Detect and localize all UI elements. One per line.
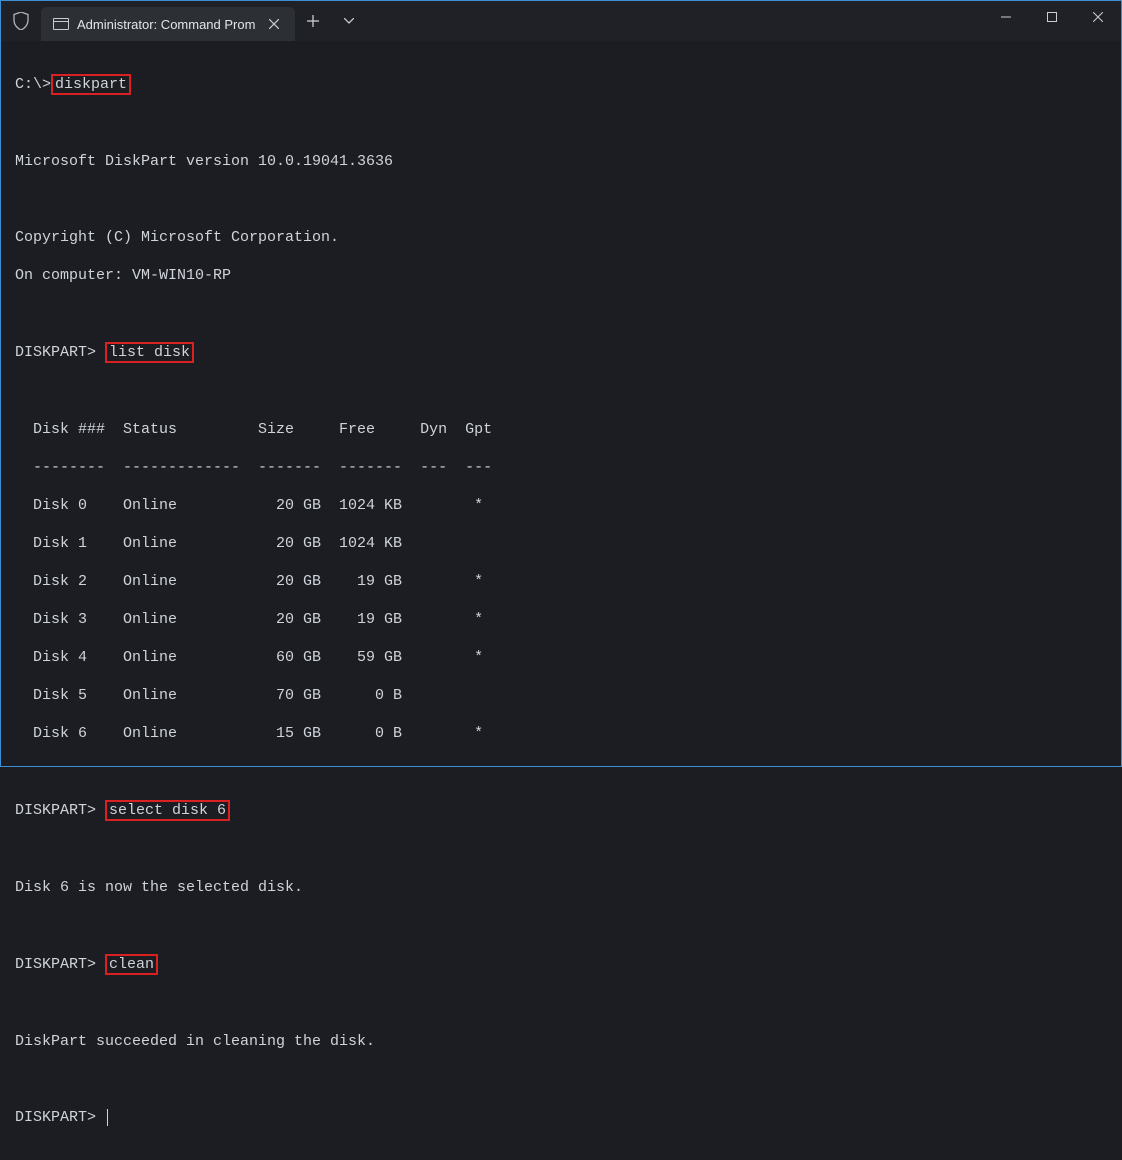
cmd-text: diskpart <box>55 76 127 93</box>
term-line: DiskPart succeeded in cleaning the disk. <box>15 1032 1107 1051</box>
tab-command-prompt[interactable]: Administrator: Command Prom <box>41 7 295 41</box>
term-line <box>15 994 1107 1013</box>
prompt: DISKPART> <box>15 956 96 973</box>
close-window-button[interactable] <box>1075 1 1121 33</box>
cmd-diskpart-highlight: diskpart <box>51 74 131 95</box>
term-line: DISKPART> select disk 6 <box>15 800 1107 821</box>
cmd-text: select disk 6 <box>109 802 226 819</box>
term-line: On computer: VM-WIN10-RP <box>15 266 1107 285</box>
prompt: DISKPART> <box>15 802 96 819</box>
titlebar: Administrator: Command Prom <box>1 1 1121 41</box>
table-row: Disk 2 Online 20 GB 19 GB * <box>15 572 1107 591</box>
term-line <box>15 114 1107 133</box>
close-icon <box>1093 12 1103 22</box>
cmd-text: clean <box>109 956 154 973</box>
tab-title: Administrator: Command Prom <box>77 17 255 32</box>
term-line: DISKPART> clean <box>15 954 1107 975</box>
table-row: Disk 3 Online 20 GB 19 GB * <box>15 610 1107 629</box>
term-line: Microsoft DiskPart version 10.0.19041.36… <box>15 152 1107 171</box>
term-line <box>15 382 1107 401</box>
table-row: Disk 1 Online 20 GB 1024 KB <box>15 534 1107 553</box>
cmd-list-disk-highlight: list disk <box>105 342 194 363</box>
tab-dropdown-button[interactable] <box>331 1 367 41</box>
titlebar-left: Administrator: Command Prom <box>1 1 367 41</box>
cmd-clean-highlight: clean <box>105 954 158 975</box>
term-line <box>15 762 1107 781</box>
term-line <box>15 304 1107 323</box>
cursor <box>107 1109 108 1126</box>
terminal-content[interactable]: C:\>diskpart Microsoft DiskPart version … <box>1 41 1121 1160</box>
close-icon <box>269 19 279 29</box>
term-line: C:\>diskpart <box>15 74 1107 95</box>
cmd-icon <box>53 18 69 30</box>
term-line: Copyright (C) Microsoft Corporation. <box>15 228 1107 247</box>
chevron-down-icon <box>344 18 354 24</box>
minimize-icon <box>1001 12 1011 22</box>
plus-icon <box>307 15 319 27</box>
tab-close-button[interactable] <box>263 13 285 35</box>
minimize-button[interactable] <box>983 1 1029 33</box>
term-line: DISKPART> list disk <box>15 342 1107 363</box>
term-line <box>15 190 1107 209</box>
table-sep: -------- ------------- ------- ------- -… <box>15 458 1107 477</box>
maximize-button[interactable] <box>1029 1 1075 33</box>
table-row: Disk 4 Online 60 GB 59 GB * <box>15 648 1107 667</box>
prompt: C:\> <box>15 76 51 93</box>
new-tab-button[interactable] <box>295 1 331 41</box>
table-header: Disk ### Status Size Free Dyn Gpt <box>15 420 1107 439</box>
term-line <box>15 916 1107 935</box>
maximize-icon <box>1047 12 1057 22</box>
term-line <box>15 840 1107 859</box>
table-row: Disk 6 Online 15 GB 0 B * <box>15 724 1107 743</box>
window-controls <box>983 1 1121 41</box>
cmd-text: list disk <box>109 344 190 361</box>
table-row: Disk 5 Online 70 GB 0 B <box>15 686 1107 705</box>
term-line: DISKPART> <box>15 1108 1107 1127</box>
prompt: DISKPART> <box>15 344 96 361</box>
prompt: DISKPART> <box>15 1109 96 1126</box>
term-line <box>15 1070 1107 1089</box>
term-line: Disk 6 is now the selected disk. <box>15 878 1107 897</box>
table-row: Disk 0 Online 20 GB 1024 KB * <box>15 496 1107 515</box>
shield-icon <box>1 1 41 41</box>
cmd-select-disk-highlight: select disk 6 <box>105 800 230 821</box>
